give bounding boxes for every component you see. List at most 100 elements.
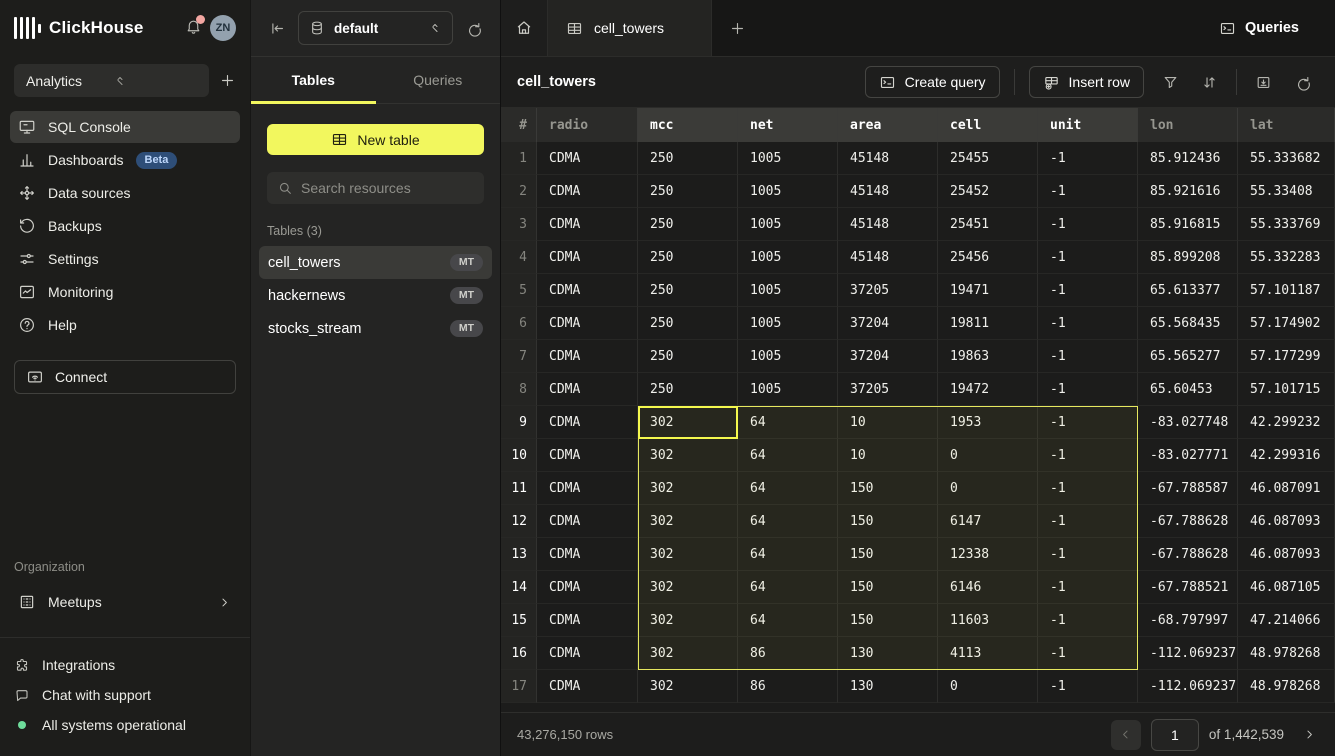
row-number[interactable]: 12 bbox=[501, 505, 537, 538]
table-cell[interactable]: -1 bbox=[1038, 637, 1138, 670]
table-cell[interactable]: 1005 bbox=[738, 274, 838, 307]
table-cell[interactable]: 64 bbox=[738, 571, 838, 604]
table-cell[interactable]: 0 bbox=[938, 670, 1038, 703]
table-cell[interactable]: 250 bbox=[638, 241, 738, 274]
table-cell[interactable]: 45148 bbox=[838, 208, 938, 241]
table-cell[interactable]: 1005 bbox=[738, 208, 838, 241]
row-number[interactable]: 11 bbox=[501, 472, 537, 505]
table-cell[interactable]: 10 bbox=[838, 406, 938, 439]
table-cell[interactable]: 55.33408 bbox=[1238, 175, 1335, 208]
table-cell[interactable]: 64 bbox=[738, 505, 838, 538]
download-button[interactable] bbox=[1251, 70, 1276, 95]
table-cell[interactable]: -83.027771 bbox=[1138, 439, 1238, 472]
table-cell[interactable]: -67.788628 bbox=[1138, 505, 1238, 538]
table-cell[interactable]: 1005 bbox=[738, 373, 838, 406]
page-input[interactable] bbox=[1151, 719, 1199, 751]
row-number[interactable]: 8 bbox=[501, 373, 537, 406]
refresh-resources-button[interactable] bbox=[463, 18, 484, 39]
table-cell[interactable]: 250 bbox=[638, 307, 738, 340]
table-cell[interactable]: 250 bbox=[638, 274, 738, 307]
table-list-item-stocks_stream[interactable]: stocks_stream MT bbox=[259, 312, 492, 345]
column-header-area[interactable]: area bbox=[838, 108, 938, 142]
table-cell[interactable]: -1 bbox=[1038, 670, 1138, 703]
table-cell[interactable]: CDMA bbox=[537, 175, 638, 208]
panel-tab-tables[interactable]: Tables bbox=[251, 57, 376, 103]
table-cell[interactable]: 65.60453 bbox=[1138, 373, 1238, 406]
table-cell[interactable]: 64 bbox=[738, 538, 838, 571]
table-cell[interactable]: 46.087105 bbox=[1238, 571, 1335, 604]
table-cell[interactable]: 64 bbox=[738, 406, 838, 439]
table-cell[interactable]: 0 bbox=[938, 439, 1038, 472]
table-cell[interactable]: 55.333682 bbox=[1238, 142, 1335, 175]
sidebar-item-all-systems-operational[interactable]: All systems operational bbox=[14, 710, 236, 740]
sidebar-item-dashboards[interactable]: DashboardsBeta bbox=[10, 144, 240, 176]
table-cell[interactable]: CDMA bbox=[537, 538, 638, 571]
table-cell[interactable]: CDMA bbox=[537, 472, 638, 505]
sidebar-item-monitoring[interactable]: Monitoring bbox=[10, 276, 240, 308]
filter-button[interactable] bbox=[1158, 70, 1183, 95]
table-cell[interactable]: 65.613377 bbox=[1138, 274, 1238, 307]
table-cell[interactable]: CDMA bbox=[537, 670, 638, 703]
add-service-button[interactable] bbox=[219, 72, 236, 89]
table-cell[interactable]: 37205 bbox=[838, 274, 938, 307]
table-cell[interactable]: -1 bbox=[1038, 439, 1138, 472]
table-cell[interactable]: 42.299232 bbox=[1238, 406, 1335, 439]
table-cell[interactable]: -1 bbox=[1038, 538, 1138, 571]
table-cell[interactable]: 85.912436 bbox=[1138, 142, 1238, 175]
sidebar-item-data-sources[interactable]: Data sources bbox=[10, 177, 240, 209]
table-cell[interactable]: 1005 bbox=[738, 307, 838, 340]
table-cell[interactable]: 250 bbox=[638, 208, 738, 241]
table-cell[interactable]: CDMA bbox=[537, 637, 638, 670]
queries-button[interactable]: Queries bbox=[1207, 0, 1335, 56]
table-cell[interactable]: CDMA bbox=[537, 241, 638, 274]
table-cell[interactable]: 57.101187 bbox=[1238, 274, 1335, 307]
table-cell[interactable]: 86 bbox=[738, 670, 838, 703]
table-cell[interactable]: 19811 bbox=[938, 307, 1038, 340]
row-number[interactable]: 10 bbox=[501, 439, 537, 472]
sidebar-item-settings[interactable]: Settings bbox=[10, 243, 240, 275]
table-cell[interactable]: 64 bbox=[738, 439, 838, 472]
table-cell[interactable]: 302 bbox=[638, 637, 738, 670]
table-cell[interactable]: 302 bbox=[638, 538, 738, 571]
tab-cell-towers[interactable]: cell_towers bbox=[547, 0, 712, 56]
table-cell[interactable]: 48.978268 bbox=[1238, 670, 1335, 703]
sort-button[interactable] bbox=[1197, 70, 1222, 95]
column-header-net[interactable]: net bbox=[738, 108, 838, 142]
row-number[interactable]: 6 bbox=[501, 307, 537, 340]
table-cell[interactable]: -83.027748 bbox=[1138, 406, 1238, 439]
table-cell[interactable]: -67.788628 bbox=[1138, 538, 1238, 571]
table-cell[interactable]: 150 bbox=[838, 505, 938, 538]
table-cell[interactable]: -1 bbox=[1038, 208, 1138, 241]
table-cell[interactable]: 1005 bbox=[738, 175, 838, 208]
table-cell[interactable]: CDMA bbox=[537, 373, 638, 406]
table-cell[interactable]: CDMA bbox=[537, 571, 638, 604]
table-cell[interactable]: 4113 bbox=[938, 637, 1038, 670]
table-cell[interactable]: 19863 bbox=[938, 340, 1038, 373]
table-cell[interactable]: -1 bbox=[1038, 406, 1138, 439]
table-cell[interactable]: -1 bbox=[1038, 307, 1138, 340]
table-cell[interactable]: -1 bbox=[1038, 604, 1138, 637]
create-query-button[interactable]: Create query bbox=[865, 66, 1000, 98]
table-cell[interactable]: 302 bbox=[638, 670, 738, 703]
table-cell[interactable]: 86 bbox=[738, 637, 838, 670]
sidebar-item-meetups[interactable]: Meetups bbox=[14, 586, 236, 618]
table-cell[interactable]: 25451 bbox=[938, 208, 1038, 241]
table-cell[interactable]: 19472 bbox=[938, 373, 1038, 406]
table-cell[interactable]: 1005 bbox=[738, 241, 838, 274]
workspace-selector[interactable]: Analytics bbox=[14, 64, 209, 97]
table-cell[interactable]: 65.568435 bbox=[1138, 307, 1238, 340]
table-cell[interactable]: 150 bbox=[838, 538, 938, 571]
table-cell[interactable]: -1 bbox=[1038, 373, 1138, 406]
table-cell[interactable]: 1953 bbox=[938, 406, 1038, 439]
table-cell[interactable]: 57.174902 bbox=[1238, 307, 1335, 340]
table-cell[interactable]: 150 bbox=[838, 571, 938, 604]
row-number[interactable]: 15 bbox=[501, 604, 537, 637]
table-cell[interactable]: 85.916815 bbox=[1138, 208, 1238, 241]
table-cell[interactable]: 6146 bbox=[938, 571, 1038, 604]
table-cell[interactable]: 250 bbox=[638, 373, 738, 406]
table-cell[interactable]: 130 bbox=[838, 670, 938, 703]
table-cell[interactable]: CDMA bbox=[537, 439, 638, 472]
notifications-button[interactable] bbox=[185, 18, 202, 38]
table-cell[interactable]: -112.069237 bbox=[1138, 670, 1238, 703]
insert-row-button[interactable]: Insert row bbox=[1029, 66, 1144, 98]
